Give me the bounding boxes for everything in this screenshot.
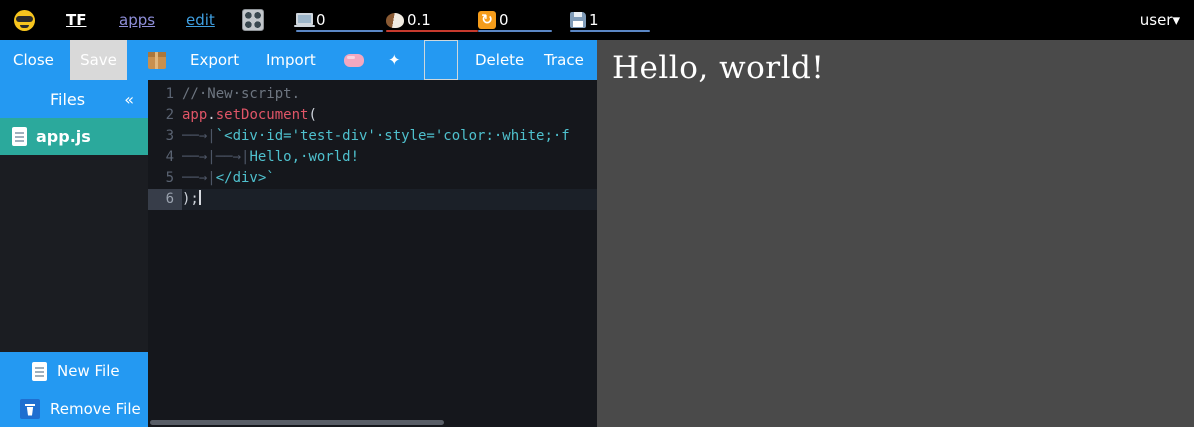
- package-icon[interactable]: [148, 40, 166, 80]
- file-item-appjs[interactable]: app.js: [0, 118, 148, 155]
- export-button[interactable]: Export: [190, 40, 239, 80]
- blank-button[interactable]: [424, 40, 458, 80]
- code-editor[interactable]: 1 //·New·script. 2 app.setDocument( 3 ──…: [148, 80, 597, 427]
- preview-heading: Hello, world!: [612, 50, 1194, 86]
- line-number: 4: [148, 147, 182, 168]
- preview-panel: Hello, world!: [597, 40, 1194, 427]
- code-line-6-active: 6 );: [148, 189, 597, 210]
- tab-marker: ──→|: [182, 149, 216, 165]
- new-file-label: New File: [57, 362, 120, 380]
- collapse-sidebar-icon[interactable]: «: [124, 90, 134, 109]
- code-line-2: 2 app.setDocument(: [148, 105, 597, 126]
- close-button[interactable]: Close: [13, 40, 54, 80]
- hamster-icon: [386, 13, 404, 28]
- nav-link-tf[interactable]: TF: [66, 0, 86, 40]
- line-number: 3: [148, 126, 182, 147]
- file-name: app.js: [36, 127, 91, 146]
- metric-floppy-value: 1: [589, 11, 599, 29]
- remove-file-label: Remove File: [50, 400, 141, 418]
- delete-button[interactable]: Delete: [475, 40, 524, 80]
- metric-floppy-bar: [570, 30, 650, 32]
- files-sidebar: Files « app.js New File Remove File: [0, 80, 148, 427]
- sparkles-icon[interactable]: ✦: [388, 40, 401, 80]
- tab-marker: ──→|: [182, 128, 216, 144]
- smiley-sunglasses-icon[interactable]: [14, 0, 35, 40]
- metric-repeat-bar: [478, 30, 552, 32]
- app-window: TF apps edit 0 0.1 ↻ 0: [0, 0, 1194, 427]
- text-cursor: [199, 190, 201, 205]
- metric-floppy[interactable]: 1: [570, 0, 650, 40]
- new-file-button[interactable]: New File: [0, 352, 148, 390]
- nav-link-apps[interactable]: apps: [119, 0, 155, 40]
- metric-laptop[interactable]: 0: [296, 0, 383, 40]
- metric-hamster-value: 0.1: [407, 11, 431, 29]
- new-file-icon: [32, 362, 47, 381]
- repeat-icon: ↻: [478, 11, 496, 29]
- save-button[interactable]: Save: [70, 40, 127, 80]
- line-number: 5: [148, 168, 182, 189]
- metric-hamster[interactable]: 0.1: [386, 0, 478, 40]
- metric-hamster-bar: [386, 30, 478, 32]
- remove-file-icon: [20, 399, 40, 419]
- soap-icon[interactable]: [344, 40, 364, 80]
- control-knobs-icon[interactable]: [242, 0, 264, 40]
- metric-laptop-bar: [296, 30, 383, 32]
- nav-link-edit[interactable]: edit: [186, 0, 215, 40]
- editor-toolbar: Close Save Export Import ✦ Delete Trace: [0, 40, 597, 80]
- code-line-3: 3 ──→|`<div·id='test-div'·style='color:·…: [148, 126, 597, 147]
- code-line-4: 4 ──→|──→|Hello,·world!: [148, 147, 597, 168]
- tab-marker: ──→|: [216, 149, 250, 165]
- line-number: 1: [148, 84, 182, 105]
- trace-button[interactable]: Trace: [544, 40, 584, 80]
- user-menu[interactable]: user▾: [1140, 0, 1180, 40]
- metric-repeat[interactable]: ↻ 0: [478, 0, 552, 40]
- tab-marker: ──→|: [182, 170, 216, 186]
- files-title: Files: [50, 90, 85, 109]
- import-button[interactable]: Import: [266, 40, 316, 80]
- metric-repeat-value: 0: [499, 11, 509, 29]
- top-bar: TF apps edit 0 0.1 ↻ 0: [0, 0, 1194, 40]
- code-line-1: 1 //·New·script.: [148, 84, 597, 105]
- line-number: 2: [148, 105, 182, 126]
- floppy-icon: [570, 12, 586, 28]
- files-header: Files «: [0, 80, 148, 118]
- horizontal-scrollbar[interactable]: [150, 420, 444, 425]
- code-line-5: 5 ──→|</div>`: [148, 168, 597, 189]
- remove-file-button[interactable]: Remove File: [0, 390, 148, 427]
- laptop-icon: [296, 13, 313, 25]
- metric-laptop-value: 0: [316, 11, 326, 29]
- editor-workspace: Close Save Export Import ✦ Delete Trace …: [0, 40, 597, 427]
- document-icon: [12, 127, 27, 146]
- line-number: 6: [148, 189, 182, 210]
